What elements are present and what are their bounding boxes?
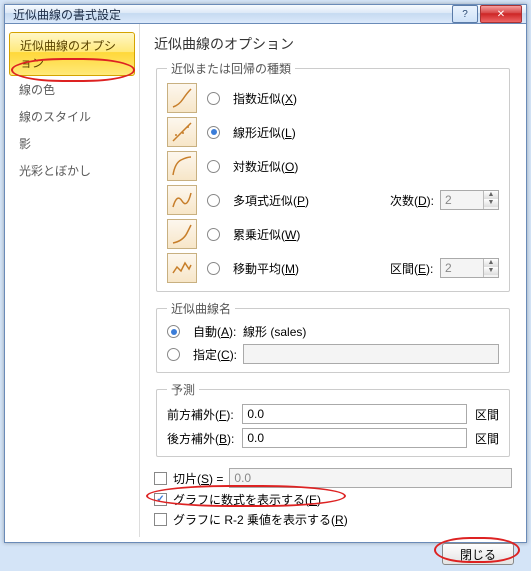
label-forward: 前方補外(F): (167, 406, 234, 423)
group-forecast: 予測 前方補外(F): 区間 後方補外(B): 区間 (156, 381, 510, 457)
thumb-moving-average-icon (167, 253, 197, 283)
stepper-up-icon[interactable]: ▲ (484, 259, 498, 267)
group-forecast-legend: 予測 (167, 381, 199, 398)
options-area: 切片(S) = グラフに数式を表示する(E) グラフに R-2 乗値を表示する(… (154, 465, 512, 531)
sidebar-item-glow[interactable]: 光彩とぼかし (5, 157, 139, 184)
sidebar-item-line-color[interactable]: 線の色 (5, 76, 139, 103)
titlebar: 近似曲線の書式設定 ? ✕ (5, 5, 526, 24)
sidebar-item-trendline-options[interactable]: 近似曲線のオプション (9, 32, 135, 76)
close-window-button[interactable]: ✕ (480, 5, 522, 23)
label-logarithmic: 対数近似(O) (233, 158, 384, 175)
check-show-r2[interactable] (154, 513, 167, 526)
window-title: 近似曲線の書式設定 (13, 6, 452, 23)
label-intercept: 切片(S) = (173, 470, 223, 487)
radio-power[interactable] (207, 228, 220, 241)
radio-linear[interactable] (207, 126, 220, 139)
span-stepper[interactable]: ▲▼ (440, 258, 499, 278)
label-span: 区間(E): (390, 260, 434, 277)
dialog-trendline-format: 近似曲線の書式設定 ? ✕ 近似曲線のオプション 線の色 線のスタイル 影 光彩… (4, 4, 527, 543)
order-stepper[interactable]: ▲▼ (440, 190, 499, 210)
stepper-down-icon[interactable]: ▼ (484, 199, 498, 207)
window-controls: ? ✕ (452, 5, 522, 23)
dialog-body: 近似曲線のオプション 線の色 線のスタイル 影 光彩とぼかし 近似曲線のオプショ… (5, 24, 526, 537)
label-name-auto: 自動(A): (193, 323, 237, 340)
unit-backward: 区間 (475, 430, 499, 447)
page-title: 近似曲線のオプション (154, 34, 512, 54)
order-input (441, 191, 483, 209)
check-intercept[interactable] (154, 472, 167, 485)
stepper-down-icon[interactable]: ▼ (484, 267, 498, 275)
name-auto-value: 線形 (sales) (243, 323, 499, 340)
label-linear: 線形近似(L) (233, 124, 384, 141)
label-show-r2: グラフに R-2 乗値を表示する(R) (173, 511, 348, 528)
label-show-equation: グラフに数式を表示する(E) (173, 491, 321, 508)
label-backward: 後方補外(B): (167, 430, 234, 447)
backward-input[interactable] (242, 428, 467, 448)
name-custom-input[interactable] (243, 344, 499, 364)
label-order: 次数(D): (390, 192, 434, 209)
footer: 閉じる (5, 537, 526, 571)
label-polynomial: 多項式近似(P) (233, 192, 384, 209)
close-button[interactable]: 閉じる (442, 543, 514, 565)
group-trend-type-legend: 近似または回帰の種類 (167, 60, 295, 77)
span-input (441, 259, 483, 277)
thumb-exponential-icon (167, 83, 197, 113)
thumb-linear-icon (167, 117, 197, 147)
label-moving-average: 移動平均(M) (233, 260, 384, 277)
intercept-input[interactable] (229, 468, 512, 488)
group-trendline-name: 近似曲線名 自動(A): 線形 (sales) 指定(C): (156, 300, 510, 373)
main-panel: 近似曲線のオプション 近似または回帰の種類 指数近似(X) 線形近似(L) (140, 24, 526, 537)
label-power: 累乗近似(W) (233, 226, 384, 243)
radio-name-custom[interactable] (167, 348, 180, 361)
forward-input[interactable] (242, 404, 467, 424)
thumb-power-icon (167, 219, 197, 249)
radio-logarithmic[interactable] (207, 160, 220, 173)
label-name-custom: 指定(C): (193, 346, 237, 363)
stepper-up-icon[interactable]: ▲ (484, 191, 498, 199)
help-button[interactable]: ? (452, 5, 478, 23)
group-trend-type: 近似または回帰の種類 指数近似(X) 線形近似(L) 対数近似(O) (156, 60, 510, 292)
radio-name-auto[interactable] (167, 325, 180, 338)
group-trendline-name-legend: 近似曲線名 (167, 300, 235, 317)
unit-forward: 区間 (475, 406, 499, 423)
radio-polynomial[interactable] (207, 194, 220, 207)
sidebar: 近似曲線のオプション 線の色 線のスタイル 影 光彩とぼかし (5, 24, 140, 537)
sidebar-item-shadow[interactable]: 影 (5, 130, 139, 157)
radio-exponential[interactable] (207, 92, 220, 105)
thumb-logarithmic-icon (167, 151, 197, 181)
check-show-equation[interactable] (154, 493, 167, 506)
label-exponential: 指数近似(X) (233, 90, 384, 107)
thumb-polynomial-icon (167, 185, 197, 215)
radio-moving-average[interactable] (207, 262, 220, 275)
sidebar-item-line-style[interactable]: 線のスタイル (5, 103, 139, 130)
